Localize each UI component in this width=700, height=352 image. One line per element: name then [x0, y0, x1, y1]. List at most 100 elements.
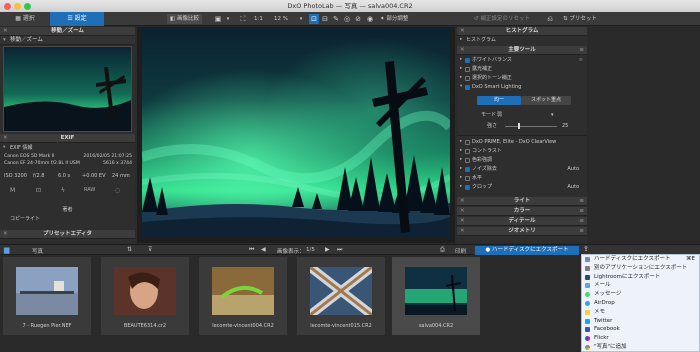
expand-icon: ▸ — [460, 66, 463, 71]
exif-header[interactable]: ✕ EXIF — [0, 134, 135, 143]
tool-enabled-icon[interactable] — [465, 57, 470, 63]
last-image-icon[interactable]: ⏭ — [337, 246, 342, 254]
preset-button[interactable]: ⇅ プリセット — [560, 14, 600, 24]
tool-row[interactable]: ▸ 選択的トーン補正 — [457, 74, 587, 82]
panel-menu-icon[interactable]: ≡ — [579, 46, 584, 55]
tab-select[interactable]: ▦ 選択 — [0, 12, 50, 26]
zoom-ratio-button[interactable]: 1:1 — [251, 14, 266, 24]
tool-disabled-icon[interactable] — [465, 139, 470, 145]
menu-item-messages[interactable]: メッセージ — [582, 290, 699, 299]
chevron-down-icon[interactable]: ▾ — [223, 14, 233, 24]
tool-row[interactable]: ▸ ホワイトバランス ≡ — [457, 56, 587, 64]
tool-enabled-icon[interactable] — [465, 166, 470, 172]
thumbnail[interactable]: 7 - Ruegen Pier.NEF — [3, 257, 91, 335]
tool-disabled-icon[interactable] — [465, 148, 470, 154]
reset-corrections-button[interactable]: ↺ 補正設定のリセット — [471, 14, 533, 24]
zoom-window-button[interactable] — [24, 3, 31, 10]
strength-value[interactable]: 25 — [562, 122, 568, 130]
first-image-icon[interactable]: ⏮ — [249, 246, 254, 254]
tool-row[interactable]: ▸ 水平 — [457, 174, 587, 182]
fit-icon[interactable]: ⛶ — [238, 14, 248, 24]
menu-item-notes[interactable]: メモ — [582, 308, 699, 317]
filter-icon[interactable]: ⊽ — [148, 246, 152, 253]
menu-item-mail[interactable]: メール — [582, 281, 699, 290]
print-button[interactable]: 印刷 — [455, 247, 466, 255]
repair-icon[interactable]: ✎ — [331, 14, 341, 24]
panel-menu-icon[interactable]: ≡ — [579, 227, 584, 236]
move-zoom-header[interactable]: ✕ 移動／ズーム — [0, 27, 135, 36]
eye-icon[interactable]: ◉ — [365, 14, 375, 24]
thumbnail-selected[interactable]: salva004.CR2 — [392, 257, 480, 335]
strength-slider-track[interactable] — [505, 125, 557, 127]
menu-item-airdrop[interactable]: AirDrop — [582, 299, 699, 308]
minimize-window-button[interactable] — [14, 3, 21, 10]
menu-item-flickr[interactable]: Flickr — [582, 334, 699, 343]
tool-row-expanded[interactable]: ▾ DxO Smart Lighting — [457, 83, 587, 91]
tool-enabled-icon[interactable] — [465, 184, 470, 190]
tool-row[interactable]: ▸ 露光補正 — [457, 65, 587, 73]
preset-editor-header[interactable]: ✕ プリセットエディタ — [0, 230, 135, 239]
tool-menu-icon[interactable]: ≡ — [579, 56, 583, 64]
menu-item-add-to-photos[interactable]: "写真"に追加 — [582, 343, 699, 352]
history-icon[interactable]: ⎌ — [545, 14, 555, 24]
zoom-chevron-icon[interactable]: ▾ — [296, 14, 306, 24]
print-icon[interactable]: ⎙ — [440, 246, 445, 254]
tool-disabled-icon[interactable] — [465, 75, 470, 81]
tool-disabled-icon[interactable] — [465, 175, 470, 181]
folder-icon[interactable]: ▆ — [4, 246, 9, 254]
zoom-percent-select[interactable]: 12 % — [271, 14, 291, 24]
menu-item-twitter[interactable]: Twitter — [582, 317, 699, 326]
compare-button[interactable]: ◧ 画像比較 — [167, 14, 202, 24]
expand-icon: ▸ — [460, 37, 463, 42]
thumbnail[interactable]: lecomte-vincent004.CR2 — [199, 257, 287, 335]
expand-icon: ▸ — [460, 166, 463, 171]
layout-icon[interactable]: ▣ — [213, 14, 223, 24]
spot-mode-button[interactable]: スポット重点 — [521, 96, 571, 105]
thumbnail[interactable]: BEAUTE6314.cr2 — [101, 257, 189, 335]
close-window-button[interactable] — [4, 3, 11, 10]
mask-icon[interactable]: ⊘ — [353, 14, 363, 24]
tool-disabled-icon[interactable] — [465, 66, 470, 72]
sort-icon[interactable]: ⇅ — [127, 246, 132, 253]
histogram-subrow[interactable]: ▸ ヒストグラム — [457, 36, 587, 44]
share-icon[interactable]: ⇪ — [583, 245, 589, 253]
tool-row[interactable]: ▸ クロップ Auto — [457, 183, 587, 191]
thumbnail-caption: salva004.CR2 — [418, 323, 454, 329]
chevron-down-icon[interactable]: ▾ — [551, 111, 554, 119]
section-color-header[interactable]: ✕ カラー ≡ — [457, 207, 587, 216]
tool-row[interactable]: ▸ ノイズ除去 Auto — [457, 165, 587, 173]
main-photo[interactable] — [142, 27, 450, 237]
menu-item-export-app[interactable]: 別のアプリケーションにエクスポート — [582, 264, 699, 273]
strength-slider-handle[interactable] — [518, 123, 520, 129]
section-detail-header[interactable]: ✕ ディテール ≡ — [457, 217, 587, 226]
partial-adjust-button[interactable]: ✦ 部分調整 — [377, 14, 411, 24]
tool-row[interactable]: ▸ 色彩強調 — [457, 156, 587, 164]
main-tools-header[interactable]: ✕ 主要ツール ≡ — [457, 46, 587, 55]
tab-customize[interactable]: ☰ 設定 — [50, 12, 104, 26]
prev-image-icon[interactable]: ◀ — [261, 246, 266, 253]
tool-row[interactable]: ▸ DxO PRIME, Elite - DxO ClearView — [457, 138, 587, 146]
histogram-header[interactable]: ✕ ヒストグラム — [457, 27, 587, 36]
straighten-icon[interactable]: ⊟ — [320, 14, 330, 24]
panel-menu-icon[interactable]: ≡ — [579, 217, 584, 226]
tool-disabled-icon[interactable] — [465, 157, 470, 163]
crop-icon[interactable]: ⊡ — [309, 14, 319, 24]
panel-menu-icon[interactable]: ≡ — [579, 207, 584, 216]
section-light-header[interactable]: ✕ ライト ≡ — [457, 197, 587, 206]
mode-select[interactable]: 弱 — [497, 111, 502, 119]
navigator-preview[interactable] — [3, 46, 132, 132]
export-disk-button[interactable]: ● ハードディスクにエクスポート — [475, 246, 579, 255]
menu-item-export-lightroom[interactable]: Lightroomにエクスポート — [582, 273, 699, 282]
main-viewer[interactable] — [137, 27, 455, 243]
tool-enabled-icon[interactable] — [465, 84, 470, 90]
section-geometry-header[interactable]: ✕ ジオメトリ ≡ — [457, 227, 587, 236]
panel-menu-icon[interactable]: ≡ — [579, 197, 584, 206]
redeye-icon[interactable]: ◎ — [342, 14, 352, 24]
exif-info-row[interactable]: ▾ EXIF 情報 — [0, 144, 135, 152]
tool-row[interactable]: ▸ コントラスト — [457, 147, 587, 155]
menu-item-facebook[interactable]: Facebook — [582, 325, 699, 334]
next-image-icon[interactable]: ▶ — [325, 246, 330, 253]
menu-item-export-disk[interactable]: ハードディスクにエクスポート ⌘E — [582, 255, 699, 264]
thumbnail[interactable]: lecomte-vincent015.CR2 — [297, 257, 385, 335]
uniform-mode-button[interactable]: 均一 — [477, 96, 521, 105]
